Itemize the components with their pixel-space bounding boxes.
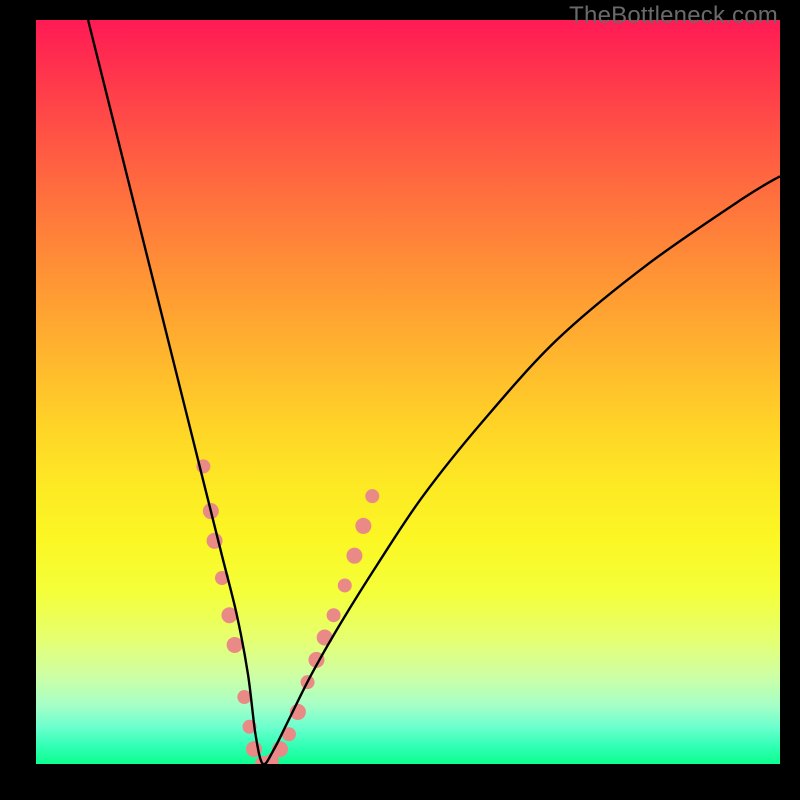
highlight-dot (365, 489, 379, 503)
highlight-dot (338, 578, 352, 592)
watermark-text: TheBottleneck.com (569, 2, 778, 30)
chart-frame: TheBottleneck.com (0, 0, 800, 800)
plot-area (36, 20, 780, 764)
highlight-dot (346, 548, 362, 564)
highlight-dots-layer (196, 459, 379, 764)
highlight-dot (355, 518, 371, 534)
chart-svg (36, 20, 780, 764)
highlight-dot (327, 608, 341, 622)
highlight-dot (227, 637, 243, 653)
bottleneck-curve (88, 20, 780, 764)
